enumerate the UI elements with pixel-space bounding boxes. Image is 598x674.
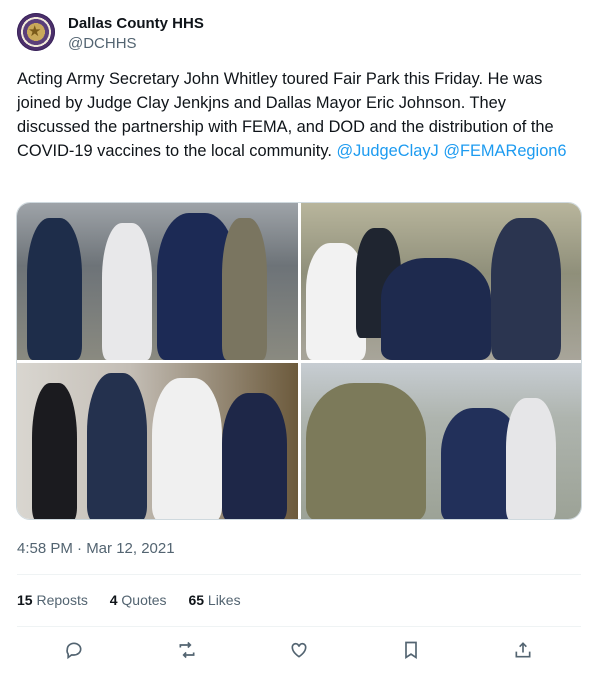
mention-link[interactable]: @FEMARegion6 xyxy=(443,142,566,160)
photo-4[interactable] xyxy=(301,363,581,519)
reply-icon[interactable] xyxy=(61,637,87,663)
likes-label: Likes xyxy=(207,592,241,608)
repost-icon[interactable] xyxy=(174,637,200,663)
media-grid xyxy=(16,202,582,520)
share-icon[interactable] xyxy=(510,637,536,663)
likes-stat[interactable]: 65 Likes xyxy=(188,592,240,608)
like-icon[interactable] xyxy=(286,637,312,663)
bookmark-icon[interactable] xyxy=(398,637,424,663)
seal-icon: ★ xyxy=(28,23,42,40)
action-bar xyxy=(17,637,581,663)
quotes-stat[interactable]: 4 Quotes xyxy=(110,592,167,608)
tweet-timestamp[interactable]: 4:58 PM · Mar 12, 2021 xyxy=(17,540,175,557)
divider xyxy=(17,626,581,627)
quotes-label: Quotes xyxy=(121,592,167,608)
account-handle[interactable]: @DCHHS xyxy=(68,35,137,52)
reposts-label: Reposts xyxy=(36,592,88,608)
divider xyxy=(17,574,581,575)
mention-link[interactable]: @JudgeClayJ xyxy=(336,142,438,160)
avatar[interactable]: ★ xyxy=(17,13,55,51)
reposts-stat[interactable]: 15 Reposts xyxy=(17,592,88,608)
quotes-count: 4 xyxy=(109,592,118,608)
photo-2[interactable] xyxy=(301,203,581,360)
reposts-count: 15 xyxy=(17,592,33,608)
tweet-header: ★ Dallas County HHS @DCHHS xyxy=(17,13,577,53)
photo-3[interactable] xyxy=(17,363,298,519)
account-name[interactable]: Dallas County HHS xyxy=(68,15,204,32)
photo-1[interactable] xyxy=(17,203,298,360)
engagement-stats: 15 Reposts 4 Quotes 65 Likes xyxy=(17,592,259,608)
likes-count: 65 xyxy=(188,592,205,608)
tweet-text: Acting Army Secretary John Whitley toure… xyxy=(17,67,582,163)
